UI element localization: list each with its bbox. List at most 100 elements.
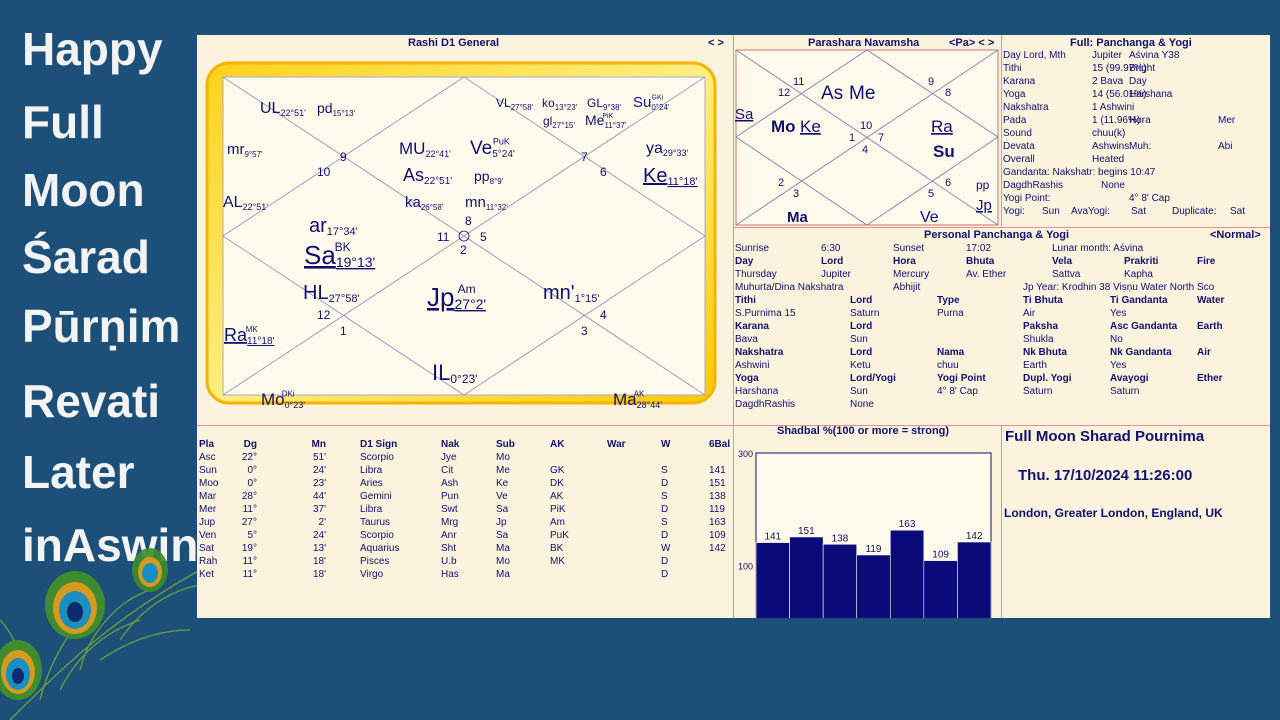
- panchanga-heading: Lord: [850, 295, 873, 306]
- table-cell: U.b: [441, 556, 457, 567]
- panchanga-cell: Heated: [1092, 154, 1125, 165]
- bar-value-label: 151: [798, 526, 815, 537]
- table-cell: Taurus: [360, 517, 391, 528]
- table-cell: Has: [441, 569, 459, 580]
- table-cell: Sa: [496, 530, 509, 541]
- table-cell: Cit: [441, 465, 454, 476]
- panchanga-cell: Karana: [1003, 76, 1036, 87]
- rashi-chart[interactable]: 8 11 5 2 9 10 7 6 12 1 4 3 UL22°51' pd15°…: [197, 49, 733, 429]
- panchanga-value: Sun: [850, 334, 868, 345]
- panchanga-cell: Sound: [1003, 128, 1032, 139]
- title-line: Moon: [22, 164, 145, 216]
- bar-value-label: 163: [899, 519, 916, 530]
- table-header-cell: 6Bal: [709, 439, 731, 450]
- yogi-line-value: Sat: [1230, 206, 1246, 217]
- svg-text:3: 3: [793, 188, 799, 200]
- table-cell: 0°: [247, 465, 257, 476]
- shadbal-bar: [755, 542, 790, 618]
- y-tick-label: 100: [738, 562, 753, 572]
- panchanga-heading: Air: [1197, 347, 1211, 358]
- table-cell: 18': [312, 569, 326, 580]
- yogi-line-value: Sun: [1042, 206, 1060, 217]
- table-cell: 24': [312, 465, 326, 476]
- panchanga-cell: Overall: [1003, 154, 1035, 165]
- table-cell: Aries: [360, 478, 383, 489]
- table-cell: Ke: [496, 478, 509, 489]
- svg-text:8: 8: [465, 214, 472, 228]
- table-cell: Rah: [199, 556, 218, 567]
- panchanga-value: Air: [1023, 308, 1036, 319]
- panchanga-heading: Lord: [850, 321, 873, 332]
- table-cell: 142: [709, 543, 726, 554]
- navamsha-planet: As: [821, 83, 843, 104]
- shadbal-title: Shadbal %(100 or more = strong): [777, 425, 950, 437]
- panchanga-heading: Nakshatra: [735, 347, 784, 358]
- table-cell: Jp: [496, 517, 507, 528]
- panchanga-heading: Avayogi: [1110, 373, 1149, 384]
- svg-text:12: 12: [778, 87, 790, 99]
- panchanga-cell: Yoga: [1003, 89, 1026, 100]
- navamsha-planet: Ve: [920, 209, 939, 226]
- table-cell: Libra: [360, 465, 383, 476]
- panchanga-heading: Ether: [1197, 373, 1223, 384]
- navamsha-nav-button[interactable]: <Pa> < >: [949, 37, 994, 49]
- full-panchanga-header: Full: Panchanga & Yogi: [1070, 37, 1192, 49]
- bar-value-label: 109: [932, 550, 949, 561]
- panchanga-value: Shukla: [1023, 334, 1054, 345]
- table-cell: Swt: [441, 504, 458, 515]
- yogi-line-label: AvaYogi:: [1071, 206, 1110, 217]
- navamsha-chart[interactable]: 1 4 7 10 11 12 9 8 2 3 6 5 As Me Sa Mo K…: [735, 49, 1001, 227]
- planet-karaka-label: DKi: [282, 390, 295, 399]
- table-header-cell: Dg: [243, 439, 257, 450]
- panchanga-heading: Nk Bhuta: [1023, 347, 1067, 358]
- table-cell: Sa: [496, 504, 509, 515]
- table-cell: 23': [312, 478, 326, 489]
- table-cell: PiK: [550, 504, 566, 515]
- title-line: Happy: [22, 23, 163, 75]
- panchanga-value: Thursday: [735, 269, 777, 280]
- table-header-cell: Mn: [311, 439, 326, 450]
- table-header-cell: War: [607, 439, 626, 450]
- panchanga-cell: Devata: [1003, 141, 1035, 152]
- panchanga-cell: 2 Bava: [1092, 76, 1124, 87]
- chart-nav-button[interactable]: < >: [708, 37, 724, 49]
- svg-text:6: 6: [945, 177, 951, 189]
- panchanga-cell: Tithi: [1003, 63, 1022, 74]
- table-cell: 0°: [247, 478, 257, 489]
- panchanga-value: Bava: [735, 334, 758, 345]
- svg-text:2: 2: [778, 177, 784, 189]
- navamsha-planet: pp: [976, 178, 990, 192]
- svg-text:5: 5: [480, 230, 487, 244]
- planet-karaka-label: PiK: [602, 113, 613, 120]
- navamsha-planet: Ma: [787, 209, 808, 226]
- table-cell: AK: [550, 491, 564, 502]
- panchanga-heading: Water: [1197, 295, 1225, 306]
- table-cell: S: [661, 465, 668, 476]
- panchanga-value: Harshana: [735, 386, 779, 397]
- panchanga-value: Saturn: [1023, 386, 1053, 397]
- panchanga-cell: Jupiter: [1092, 50, 1123, 61]
- yogi-point-label: Yogi Point:: [1003, 193, 1051, 204]
- table-cell: Libra: [360, 504, 383, 515]
- bar-value-label: 119: [866, 544, 882, 555]
- table-cell: Ve: [496, 491, 508, 502]
- table-cell: Mrg: [441, 517, 459, 528]
- table-cell: 119: [709, 504, 725, 515]
- panchanga-heading: Lord: [850, 347, 873, 358]
- panchanga-heading: Paksha: [1023, 321, 1059, 332]
- personal-panchanga-header: Personal Panchanga & Yogi: [924, 229, 1070, 241]
- table-cell: 19°: [241, 543, 257, 554]
- title-line: Śarad: [22, 231, 150, 283]
- yogi-line-label: Yogi:: [1003, 206, 1025, 217]
- panchanga-heading: Lord: [821, 256, 844, 267]
- panchanga-cell: Hora: [1129, 115, 1151, 126]
- divider: [733, 227, 1270, 228]
- table-cell: 163: [709, 517, 726, 528]
- table-cell: DK: [550, 478, 564, 489]
- view-mode-toggle[interactable]: <Normal>: [1210, 229, 1261, 241]
- table-cell: 13': [312, 543, 326, 554]
- panchanga-value: Av. Ether: [966, 269, 1007, 280]
- planet-karaka-label: Am: [458, 282, 476, 296]
- table-cell: Sht: [441, 543, 457, 554]
- table-cell: 151: [709, 478, 726, 489]
